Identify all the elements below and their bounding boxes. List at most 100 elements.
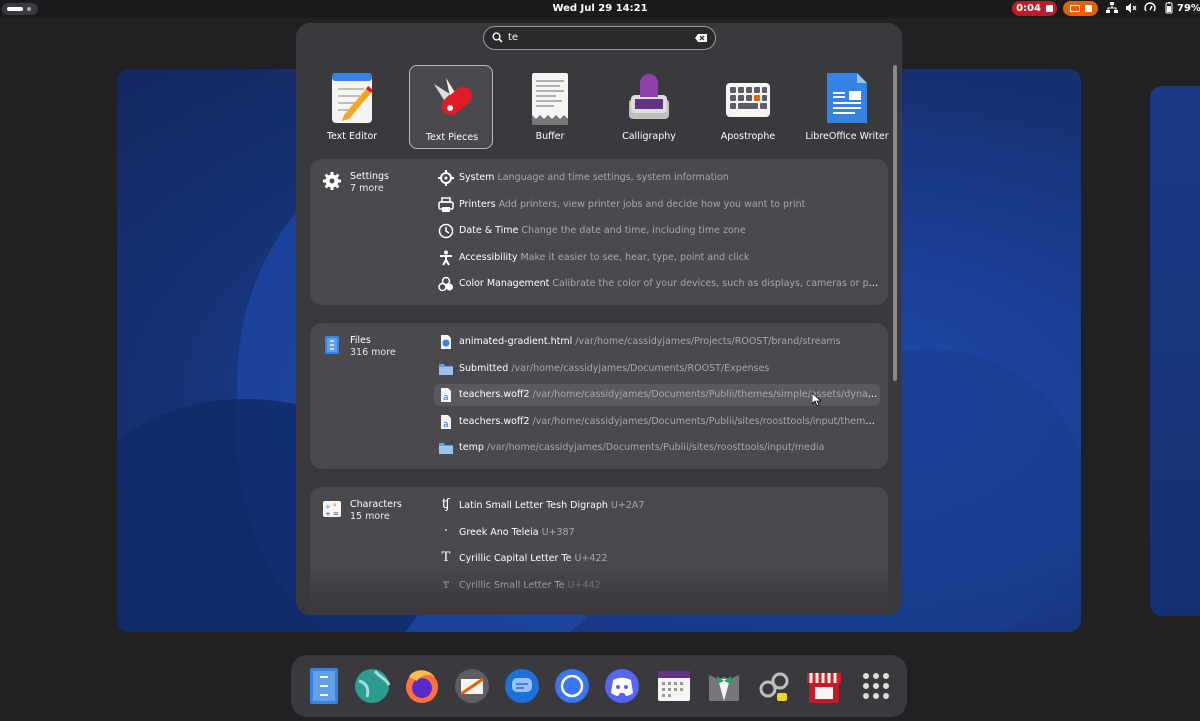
settings-result-accessibility[interactable]: Accessibility Make it easier to see, hear… [434, 247, 880, 269]
result-title: teachers.woff2 [459, 416, 530, 427]
firefox-icon[interactable] [403, 667, 441, 705]
result-description: /var/home/cassidyjames/Projects/ROOST/br… [575, 336, 841, 347]
result-title: temp [459, 442, 484, 453]
files-app-icon [325, 336, 339, 354]
store-icon[interactable] [805, 667, 843, 705]
character-glyph: ʧ [442, 497, 450, 512]
app-label: LibreOffice Writer [805, 131, 889, 142]
clock-icon [438, 223, 454, 239]
result-description: U+2A7 [610, 500, 645, 511]
result-title: Greek Ano Teleia [459, 527, 539, 538]
character-glyph: т [442, 577, 450, 591]
app-text-pieces[interactable]: Text Pieces [409, 65, 493, 149]
calendar-icon[interactable] [655, 667, 693, 705]
file-result[interactable]: temp/var/home/cassidyjames/Documents/Pub… [434, 437, 880, 459]
power-profile-icon [1144, 2, 1156, 12]
provider-more-count: 15 more [350, 511, 390, 522]
app-label: Apostrophe [720, 131, 776, 142]
app-libreoffice-writer[interactable]: LibreOffice Writer [805, 65, 889, 149]
mail-icon[interactable] [453, 667, 491, 705]
files-icon[interactable] [305, 667, 343, 705]
result-description: Add printers, view printer jobs and deci… [498, 199, 806, 210]
libreoffice-writer-icon [827, 73, 867, 123]
background-window-right[interactable] [1150, 86, 1200, 616]
text-editor-icon [332, 73, 373, 123]
provider-more-count: 316 more [350, 347, 396, 358]
app-label: Buffer [535, 131, 565, 142]
recording-time: 0:04 [1016, 3, 1041, 14]
signal-icon[interactable] [553, 667, 591, 705]
folder-icon [439, 364, 453, 375]
app-label: Text Pieces [425, 132, 479, 143]
search-input[interactable]: te [483, 26, 716, 50]
app-results: Text Editor Text Pieces Buffer Calligrap… [296, 65, 902, 155]
result-title: Accessibility [459, 252, 518, 263]
settings-result-system[interactable]: System Language and time settings, system… [434, 167, 880, 189]
html-file-icon [441, 335, 451, 349]
battery-icon [1165, 2, 1173, 14]
result-description: Make it easier to see, hear, type, point… [520, 252, 750, 263]
app-label: Calligraphy [622, 131, 676, 142]
result-description: /var/home/cassidyjames/Documents/Publii/… [486, 442, 825, 453]
result-title: Printers [459, 199, 496, 210]
app-buffer[interactable]: Buffer [508, 65, 592, 149]
color-icon [438, 276, 453, 292]
screencast-icon [1069, 5, 1080, 12]
result-title: Cyrillic Small Letter Te [459, 580, 565, 591]
settings-result-date-time[interactable]: Date & Time Change the date and time, inc… [434, 220, 880, 242]
apostrophe-icon [726, 83, 770, 117]
app-text-editor[interactable]: Text Editor [310, 65, 394, 149]
result-description: /var/home/cassidyjames/Documents/Publii/… [532, 416, 879, 427]
battery-percent: 79% [1177, 2, 1200, 14]
handles-icon[interactable] [755, 667, 793, 705]
globe-icon[interactable] [353, 667, 391, 705]
settings-results: Settings 7 more System Language and time … [310, 159, 888, 305]
character-result[interactable]: Т Cyrillic Capital Letter Te U+422 [434, 548, 880, 570]
discord-icon[interactable] [603, 667, 641, 705]
result-title: Cyrillic Capital Letter Te [459, 553, 572, 564]
scrollbar[interactable] [893, 65, 897, 381]
calligraphy-icon [629, 74, 669, 119]
search-query: te [508, 32, 519, 43]
settings-result-printers[interactable]: Printers Add printers, view printer jobs … [434, 194, 880, 216]
file-result[interactable]: animated-gradient.html/var/home/cassidyj… [434, 331, 880, 353]
screen-cast-indicator[interactable] [1063, 1, 1098, 16]
svg-text:=: = [333, 510, 339, 518]
chat-icon[interactable] [503, 667, 541, 705]
character-result[interactable]: · Greek Ano Teleia U+387 [434, 522, 880, 544]
volume-muted-icon [1126, 3, 1137, 13]
printer-icon [438, 197, 454, 212]
search-overview: te Text Editor Text Pieces Buffer Callig… [296, 23, 902, 615]
result-title: System [459, 172, 495, 183]
screen-recording-indicator[interactable]: 0:04 [1012, 1, 1057, 16]
stop-icon [1045, 5, 1053, 12]
settings-result-color-management[interactable]: Color Management Calibrate the color of y… [434, 273, 880, 295]
settings-gear-icon [323, 172, 341, 190]
svg-text:a: a [443, 393, 449, 403]
app-label: Text Editor [326, 131, 378, 142]
clear-search-icon[interactable] [695, 34, 707, 42]
result-title: Submitted [459, 363, 509, 374]
result-description: U+387 [541, 527, 575, 538]
result-description: U+442 [567, 580, 601, 591]
app-grid-icon[interactable] [857, 667, 895, 705]
result-description: Change the date and time, including time… [521, 225, 746, 236]
result-title: Color Management [459, 278, 550, 289]
font-file-icon: a [441, 415, 451, 430]
file-result[interactable]: a teachers.woff2/var/home/cassidyjames/D… [434, 411, 880, 433]
provider-name: Settings [350, 171, 389, 182]
app-apostrophe[interactable]: Apostrophe [706, 65, 790, 149]
app-calligraphy[interactable]: Calligraphy [607, 65, 691, 149]
system-menu[interactable]: 79% [1106, 2, 1200, 14]
gear-icon [438, 170, 454, 186]
tuxedo-icon[interactable] [705, 667, 743, 705]
dock [291, 655, 907, 717]
character-result[interactable]: ʧ Latin Small Letter Tesh Digraph U+2A7 [434, 495, 880, 517]
font-file-icon: a [441, 388, 451, 403]
character-glyph: Т [441, 550, 451, 565]
svg-text:÷: ÷ [325, 510, 331, 518]
top-bar: Wed Jul 29 14:21 0:04 79% [0, 0, 1200, 18]
result-description: Language and time settings, system infor… [497, 172, 729, 183]
character-result[interactable]: т Cyrillic Small Letter Te U+442 [434, 575, 880, 597]
file-result[interactable]: Submitted/var/home/cassidyjames/Document… [434, 358, 880, 380]
